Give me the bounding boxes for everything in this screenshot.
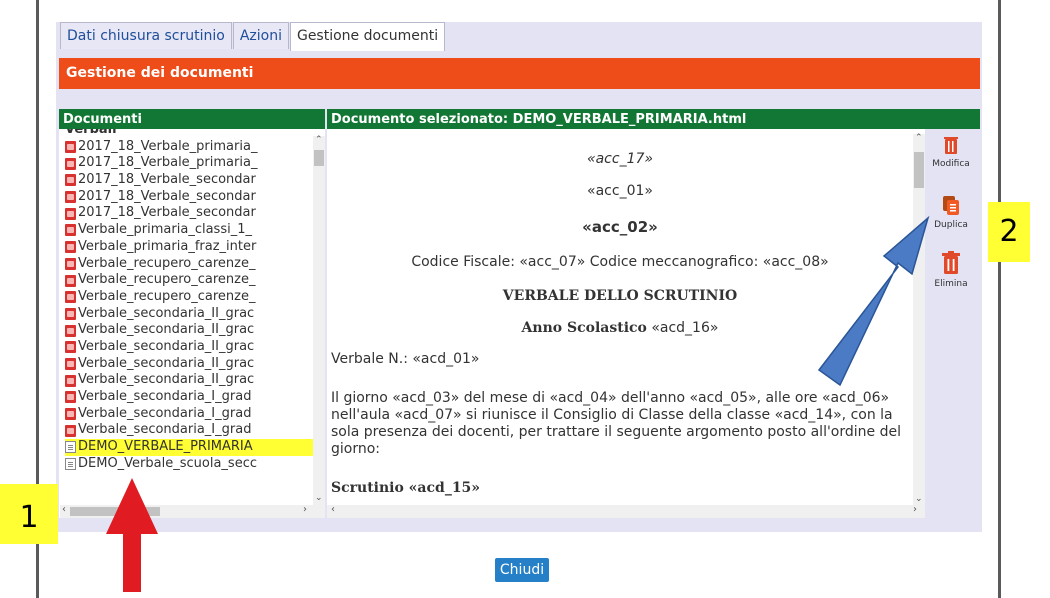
red-arrow: [106, 478, 158, 592]
annotation-arrows: [106, 215, 930, 592]
blue-arrow: [817, 215, 930, 387]
